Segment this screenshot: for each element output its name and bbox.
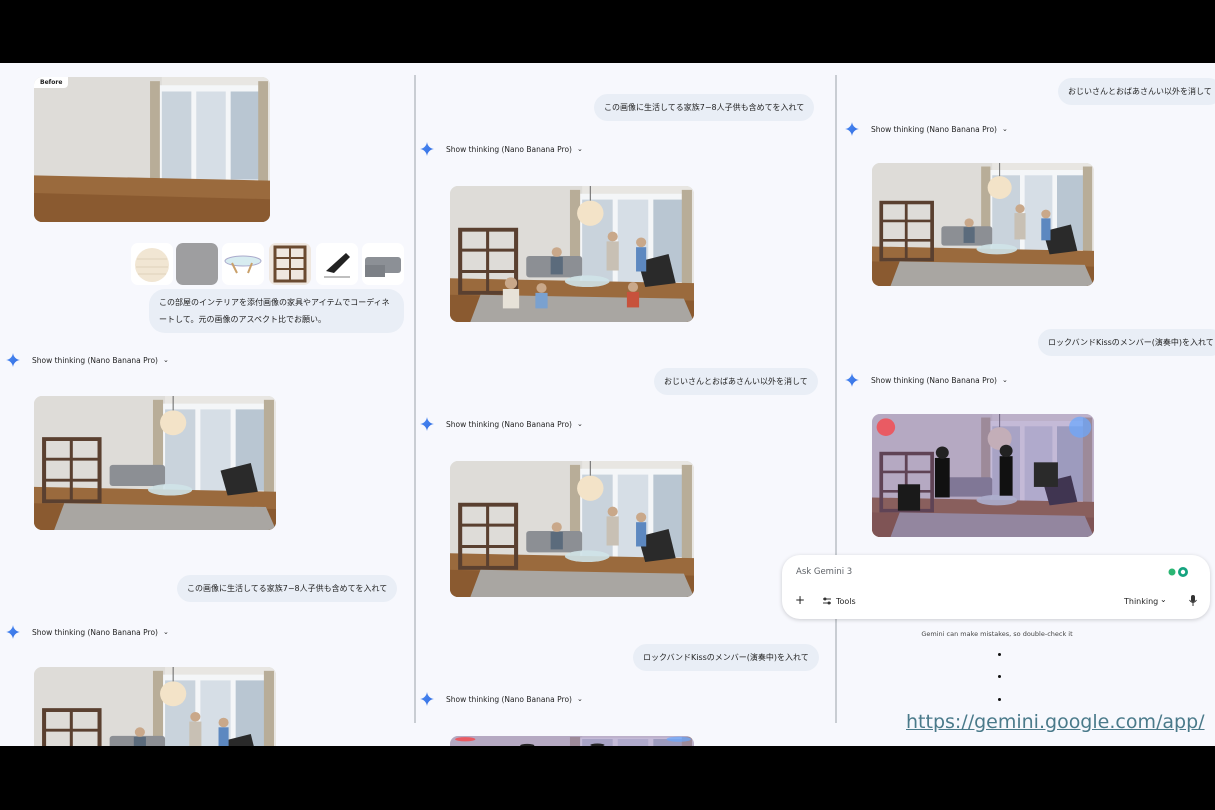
gemini-screen: Before この部屋のインテリアを添付画像の家具やアイテムでコーディネートして… [0,63,1215,746]
chevron-down-icon: ⌄ [576,420,583,428]
user-prompt-bubble: この画像に生活してる家族7−8人子供も含めてを入れて [177,575,398,602]
gemini-star-icon [845,122,859,136]
gemini-star-icon [6,353,20,367]
gemini-url-link[interactable]: https://gemini.google.com/app/ [906,711,1205,733]
add-icon[interactable]: + [795,593,805,607]
gemini-star-icon [6,625,20,639]
rug-thumbnail[interactable] [176,243,218,285]
shelf-thumbnail[interactable] [269,243,311,285]
generated-band-image[interactable] [872,414,1094,537]
generated-band-image[interactable] [450,736,694,746]
chair-thumbnail[interactable] [316,243,358,285]
generated-room-image[interactable] [34,396,276,530]
generated-elderly-image[interactable] [450,461,694,597]
chevron-down-icon[interactable]: ⌄ [1160,595,1167,604]
extension-icons[interactable] [1168,566,1190,578]
column-divider [414,75,416,723]
chevron-down-icon: ⌄ [162,356,169,364]
generated-family-image[interactable] [450,186,694,322]
tools-button[interactable]: Tools [836,597,856,606]
table-thumbnail[interactable] [222,243,264,285]
show-thinking-toggle[interactable]: Show thinking (Nano Banana Pro) ⌄ [420,692,583,706]
before-room-image[interactable]: Before [34,77,270,222]
chevron-down-icon: ⌄ [576,695,583,703]
disclaimer-text: Gemini can make mistakes, so double-chec… [921,630,1073,638]
chevron-down-icon: ⌄ [162,628,169,636]
gemini-star-icon [420,692,434,706]
chevron-down-icon: ⌄ [576,145,583,153]
user-prompt-bubble: おじいさんとおばあさんい以外を消して [1058,78,1215,105]
gemini-star-icon [420,142,434,156]
user-prompt-bubble: この画像に生活してる家族7−8人子供も含めてを入れて [594,94,815,121]
before-label: Before [34,77,69,88]
gemini-star-icon [420,417,434,431]
lamp-thumbnail[interactable] [131,243,173,285]
mode-selector[interactable]: Thinking [1124,597,1158,606]
bullet-dot [998,653,1001,656]
bullet-dot [998,698,1001,701]
gemini-star-icon [845,373,859,387]
show-thinking-toggle[interactable]: Show thinking (Nano Banana Pro) ⌄ [420,142,583,156]
prompt-input-box[interactable]: Ask Gemini 3 + Tools Thinking ⌄ [782,555,1210,619]
tools-icon[interactable] [822,596,832,606]
chevron-down-icon: ⌄ [1001,125,1008,133]
show-thinking-toggle[interactable]: Show thinking (Nano Banana Pro) ⌄ [845,373,1008,387]
user-prompt-bubble: ロックバンドKissのメンバー(演奏中)を入れて [1038,329,1215,356]
bullet-dot [998,675,1001,678]
user-prompt-bubble: ロックバンドKissのメンバー(演奏中)を入れて [633,644,819,671]
show-thinking-toggle[interactable]: Show thinking (Nano Banana Pro) ⌄ [845,122,1008,136]
user-prompt-bubble: おじいさんとおばあさんい以外を消して [654,368,818,395]
prompt-input[interactable]: Ask Gemini 3 [796,567,852,577]
show-thinking-toggle[interactable]: Show thinking (Nano Banana Pro) ⌄ [6,625,169,639]
generated-elderly-image[interactable] [872,163,1094,286]
sofa-thumbnail[interactable] [362,243,404,285]
user-prompt-bubble: この部屋のインテリアを添付画像の家具やアイテムでコーディネートして。元の画像のア… [149,289,404,333]
microphone-icon[interactable] [1189,595,1197,607]
generated-family-image[interactable] [34,667,276,746]
column-divider [835,75,837,723]
show-thinking-toggle[interactable]: Show thinking (Nano Banana Pro) ⌄ [420,417,583,431]
chevron-down-icon: ⌄ [1001,376,1008,384]
show-thinking-toggle[interactable]: Show thinking (Nano Banana Pro) ⌄ [6,353,169,367]
